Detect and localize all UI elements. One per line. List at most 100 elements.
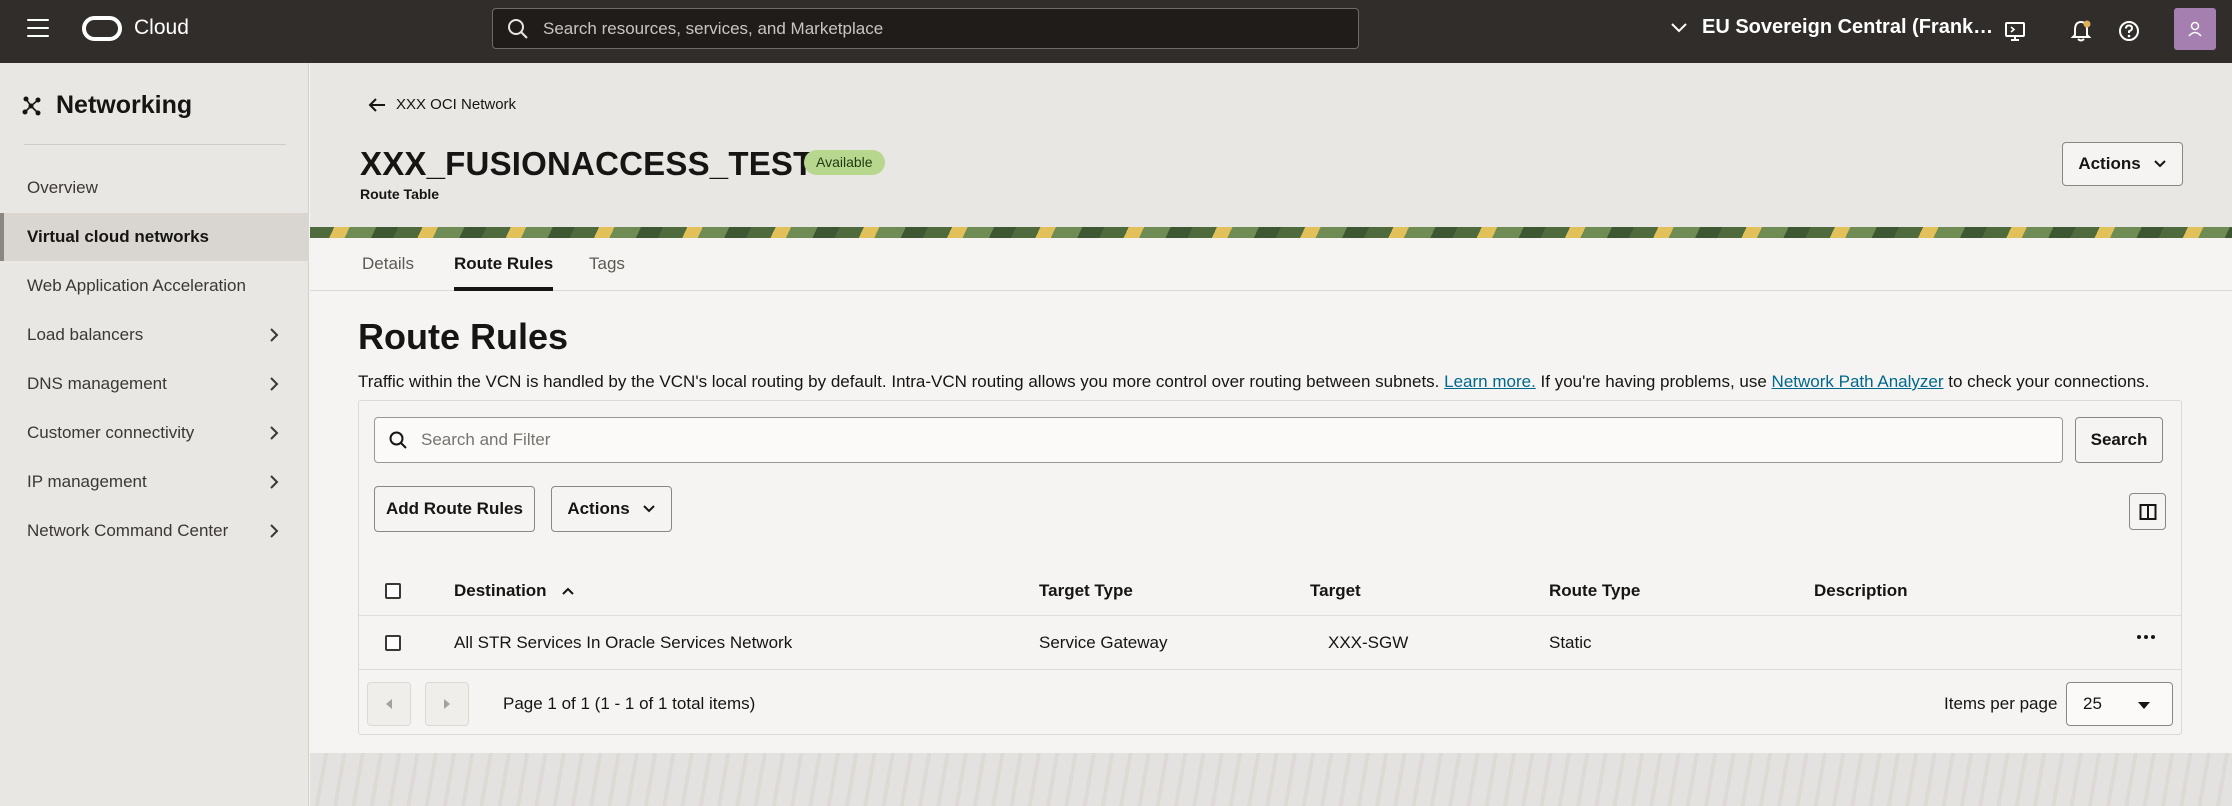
- items-per-page-value: 25: [2083, 694, 2102, 713]
- chevron-right-icon: [270, 426, 279, 440]
- chevron-right-icon: [270, 475, 279, 489]
- chevron-right-icon: [270, 328, 279, 342]
- pagination-info: Page 1 of 1 (1 - 1 of 1 total items): [503, 694, 756, 713]
- decorative-footer: [310, 753, 2232, 806]
- column-header-target-type[interactable]: Target Type: [1039, 581, 1133, 601]
- arrow-left-icon: [368, 97, 385, 112]
- sidebar-item-web-application-acceleration[interactable]: Web Application Acceleration: [0, 262, 309, 310]
- columns-icon: [2139, 503, 2156, 520]
- cell-target-type: Service Gateway: [1039, 633, 1168, 652]
- header-actions-button[interactable]: Actions: [2062, 142, 2183, 186]
- main-area: XXX OCI Network XXX_FUSIONACCESS_TEST Av…: [310, 63, 2232, 806]
- sidebar-item-load-balancers[interactable]: Load balancers: [0, 311, 309, 359]
- brand-label[interactable]: Cloud: [134, 16, 189, 40]
- back-link-label: XXX OCI Network: [396, 96, 517, 113]
- sidebar-item-virtual-cloud-networks[interactable]: Virtual cloud networks: [0, 213, 309, 261]
- decorative-banner: [310, 227, 2232, 238]
- column-header-target[interactable]: Target: [1310, 581, 1361, 601]
- cell-destination: All STR Services In Oracle Services Netw…: [454, 633, 793, 652]
- route-rules-panel: Search Add Route Rules Actions Destinati…: [358, 400, 2182, 735]
- search-filter-field[interactable]: [374, 417, 2063, 463]
- region-label: EU Sovereign Central (Frank…: [1702, 16, 1994, 38]
- caret-down-icon: [2138, 702, 2150, 709]
- region-selector[interactable]: EU Sovereign Central (Frank…: [1670, 16, 1993, 39]
- global-search-input[interactable]: [543, 18, 1323, 39]
- tab-content: Route Rules Traffic within the VCN is ha…: [310, 291, 2232, 753]
- page-title: XXX_FUSIONACCESS_TEST: [360, 145, 814, 182]
- sort-ascending-icon: [561, 587, 574, 595]
- sidebar-item-label: Web Application Acceleration: [27, 276, 246, 295]
- tab-bar: Details Route Rules Tags: [310, 238, 2232, 291]
- intro-text: Traffic within the VCN is handled by the…: [358, 372, 1440, 391]
- items-per-page-label: Items per page: [1944, 694, 2058, 713]
- column-header-label: Destination: [454, 581, 547, 600]
- sidebar-item-label: Customer connectivity: [27, 423, 195, 442]
- chevron-down-icon: [642, 505, 655, 513]
- chevron-right-icon: [270, 377, 279, 391]
- sidebar-item-label: IP management: [27, 472, 147, 491]
- section-title: Route Rules: [358, 316, 569, 357]
- search-filter-input[interactable]: [421, 430, 2021, 450]
- sidebar-item-ip-management[interactable]: IP management: [0, 458, 309, 506]
- chevron-right-icon: [270, 524, 279, 538]
- cloud-shell-icon[interactable]: [2002, 18, 2028, 44]
- select-all-checkbox[interactable]: [385, 583, 401, 599]
- tab-details[interactable]: Details: [362, 238, 414, 291]
- top-bar: Cloud EU Sovereign Central (Frank…: [0, 0, 2232, 63]
- intro-text: If you're having problems, use: [1540, 372, 1767, 391]
- tab-tags[interactable]: Tags: [589, 238, 625, 291]
- back-link[interactable]: XXX OCI Network: [368, 96, 516, 113]
- caret-right-icon: [444, 699, 450, 709]
- next-page-button[interactable]: [425, 682, 469, 726]
- sidebar-item-customer-connectivity[interactable]: Customer connectivity: [0, 409, 309, 457]
- sidebar-header: Networking: [21, 91, 192, 120]
- sidebar-item-label: Overview: [27, 178, 98, 197]
- column-header-destination[interactable]: Destination: [454, 581, 575, 601]
- row-actions-menu-icon[interactable]: [2137, 635, 2155, 639]
- search-button[interactable]: Search: [2075, 417, 2163, 463]
- row-select-checkbox[interactable]: [385, 635, 401, 651]
- row-divider: [359, 615, 2181, 616]
- menu-icon[interactable]: [27, 19, 49, 37]
- user-icon: [2188, 21, 2202, 37]
- chevron-down-icon: [2153, 160, 2166, 168]
- oracle-logo[interactable]: [82, 16, 122, 41]
- caret-left-icon: [386, 699, 392, 709]
- sidebar-item-label: Load balancers: [27, 325, 144, 344]
- row-divider: [359, 669, 2181, 670]
- cell-target: XXX-SGW: [1328, 633, 1409, 652]
- table-actions-label: Actions: [567, 499, 630, 518]
- sidebar-item-label: Network Command Center: [27, 521, 229, 540]
- column-header-description[interactable]: Description: [1814, 581, 1908, 601]
- help-icon[interactable]: [2116, 18, 2142, 44]
- previous-page-button[interactable]: [367, 682, 411, 726]
- section-description: Traffic within the VCN is handled by the…: [358, 372, 2150, 392]
- networking-icon: [22, 96, 41, 115]
- sidebar-item-network-command-center[interactable]: Network Command Center: [0, 507, 309, 555]
- sidebar-title: Networking: [56, 91, 193, 119]
- status-badge: Available: [804, 150, 885, 175]
- cell-route-type: Static: [1549, 633, 1592, 652]
- user-avatar[interactable]: [2174, 8, 2216, 50]
- sidebar-divider: [24, 144, 286, 145]
- tab-route-rules[interactable]: Route Rules: [454, 238, 554, 291]
- sidebar-item-dns-management[interactable]: DNS management: [0, 360, 309, 408]
- global-search[interactable]: [492, 8, 1359, 49]
- resource-type-label: Route Table: [360, 186, 440, 202]
- column-header-route-type[interactable]: Route Type: [1549, 581, 1640, 601]
- sidebar-item-overview[interactable]: Overview: [0, 164, 309, 212]
- column-settings-button[interactable]: [2129, 493, 2166, 530]
- network-path-analyzer-link[interactable]: Network Path Analyzer: [1772, 372, 1944, 391]
- header-actions-label: Actions: [2078, 154, 2141, 173]
- search-icon: [389, 431, 407, 449]
- bell-icon[interactable]: [2068, 18, 2094, 44]
- sidebar: Networking Overview Virtual cloud networ…: [0, 63, 309, 806]
- learn-more-link[interactable]: Learn more.: [1444, 372, 1536, 391]
- sidebar-item-label: DNS management: [27, 374, 167, 393]
- intro-text: to check your connections.: [1948, 372, 2150, 391]
- table-actions-button[interactable]: Actions: [551, 486, 672, 532]
- items-per-page-select[interactable]: 25: [2066, 682, 2173, 726]
- chevron-down-icon: [1671, 22, 1687, 32]
- add-route-rules-button[interactable]: Add Route Rules: [374, 486, 535, 532]
- sidebar-item-label: Virtual cloud networks: [27, 227, 210, 246]
